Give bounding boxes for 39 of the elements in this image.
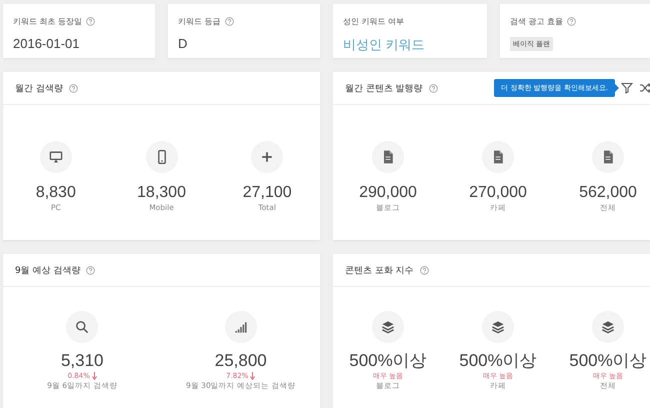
layers-icon — [600, 319, 616, 335]
down-arrow-icon — [250, 372, 256, 380]
monitor-icon — [48, 149, 64, 165]
panel-title: 월간 검색량 — [15, 82, 63, 94]
help-icon[interactable] — [567, 17, 576, 26]
stat-value: 500%이상 — [569, 351, 647, 371]
layers-icon — [490, 319, 506, 335]
help-icon[interactable] — [86, 17, 96, 26]
stat-value: 18,300 — [137, 184, 186, 202]
card-label: 키워드 최초 등장일 — [13, 16, 82, 27]
help-icon[interactable] — [86, 266, 96, 274]
panel-title: 콘텐츠 포화 지수 — [345, 264, 414, 276]
stat-value: 25,800 — [214, 351, 267, 371]
stat-value: 290,000 — [359, 184, 417, 202]
card-value: 2016-01-01 — [13, 36, 80, 51]
card-value: 비성인 키워드 — [343, 36, 426, 54]
shuffle-icon[interactable] — [639, 82, 650, 94]
stat-value: 562,000 — [579, 184, 637, 202]
help-icon[interactable] — [68, 84, 78, 92]
help-icon[interactable] — [224, 17, 234, 26]
card-label: 성인 키워드 여부 — [343, 16, 404, 27]
stat-value: 270,000 — [469, 184, 527, 202]
signal-bars-icon — [232, 319, 249, 335]
card-label: 검색 광고 효율 — [510, 16, 564, 27]
stat-value: 500%이상 — [349, 351, 427, 371]
panel-title: 월간 콘텐츠 발행량 — [345, 82, 423, 94]
stat-value: 5,310 — [60, 351, 104, 371]
help-icon[interactable] — [420, 266, 429, 274]
card-label: 키워드 등급 — [178, 16, 221, 27]
panel-title: 9월 예상 검색량 — [15, 264, 80, 276]
down-arrow-icon — [92, 372, 97, 380]
layers-icon — [380, 319, 396, 335]
card-value: D — [178, 36, 188, 51]
stat-value: 8,830 — [36, 184, 76, 202]
filter-icon[interactable] — [621, 82, 633, 94]
help-icon[interactable] — [428, 84, 438, 92]
search-icon — [74, 319, 90, 335]
stat-value: 27,100 — [242, 184, 292, 202]
stat-value: 500%이상 — [459, 351, 537, 371]
